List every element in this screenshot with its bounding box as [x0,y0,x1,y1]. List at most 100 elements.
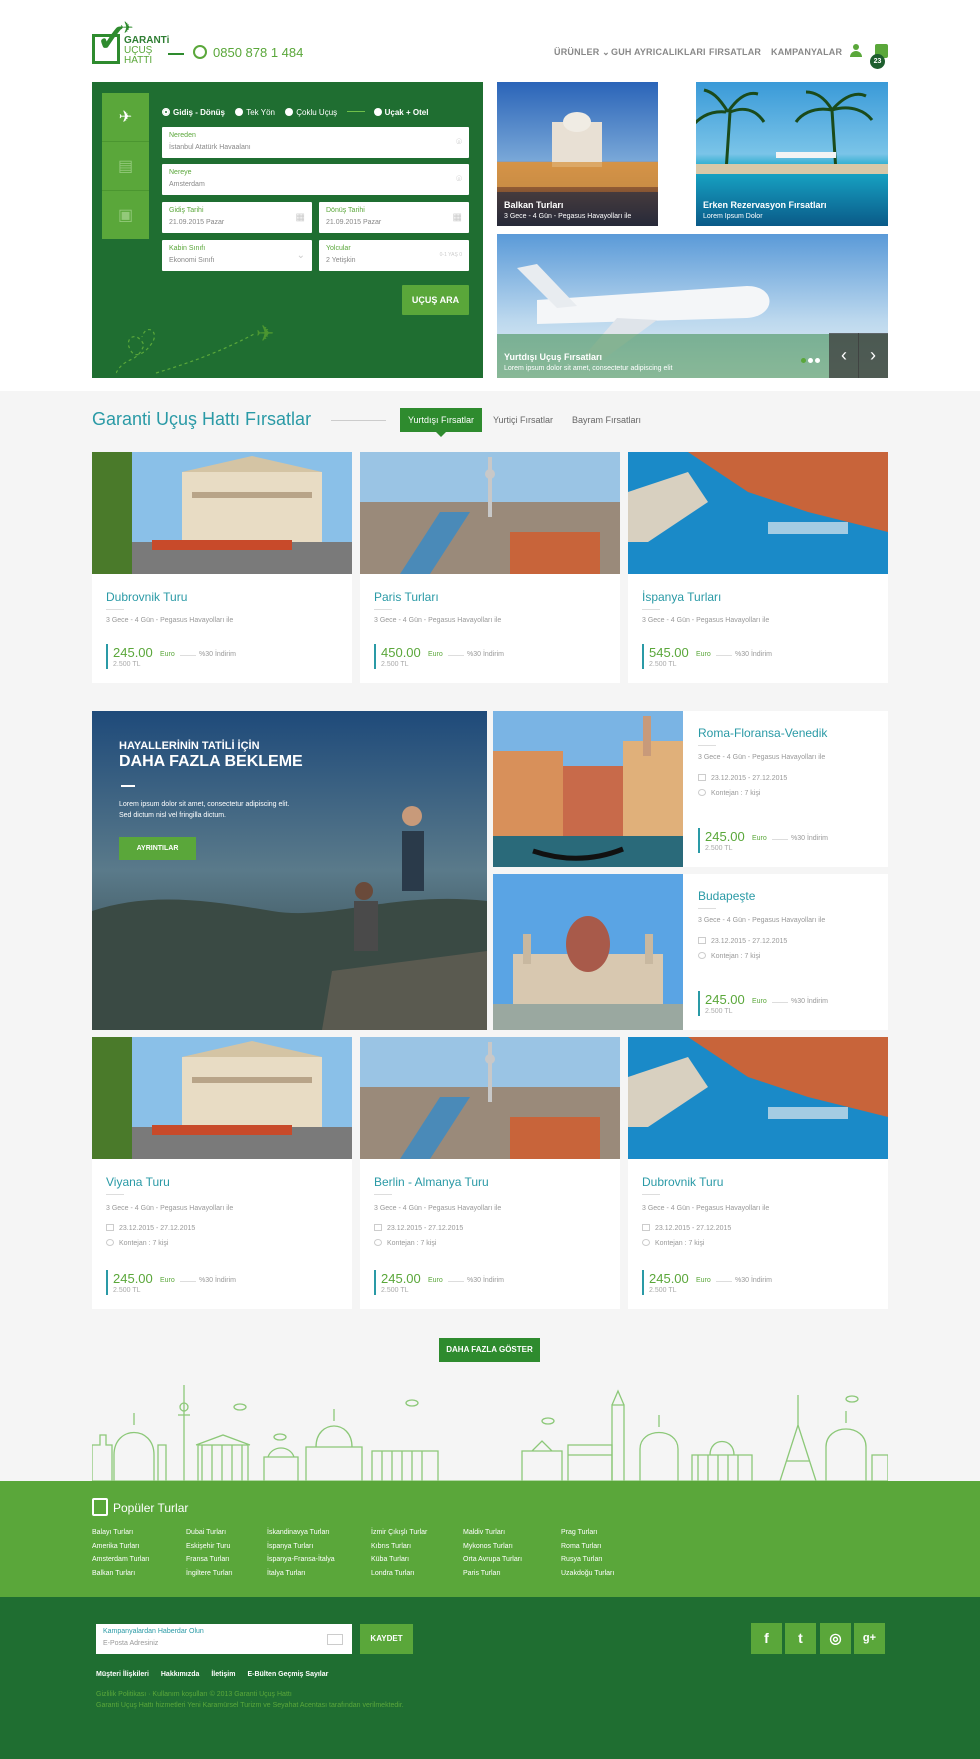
tour-link[interactable]: Dubai Turları [186,1526,233,1540]
slider-dot[interactable] [808,358,813,363]
tour-link[interactable]: Londra Turları [371,1567,427,1581]
envelope-icon [327,1634,343,1645]
date-range: 23.12.2015 - 27.12.2015 [698,774,787,782]
footer-link[interactable]: İletişim [211,1671,235,1678]
deal-card-horizontal[interactable]: Budapeşte 3 Gece - 4 Gün - Pegasus Havay… [493,874,888,1030]
cabin-class-select[interactable]: Kabin Sınıfı Ekonomi Sınıfı ⌄ [162,240,312,271]
tour-link-column: Dubai Turları Eskişehir Turu Fransa Turl… [186,1526,233,1580]
divider [347,111,366,112]
tour-link[interactable]: Amsterdam Turları [92,1553,150,1567]
tab-domestic-deals[interactable]: Yurtiçi Fırsatlar [493,415,553,425]
nav-deals[interactable]: FIRSATLAR [709,47,761,57]
slider-next-button[interactable]: › [858,333,888,378]
footer-link[interactable]: Hakkımızda [161,1671,200,1678]
passengers-field[interactable]: Yolcular 2 Yetişkin 0-1 YAŞ 0 [319,240,469,271]
divider [374,609,392,610]
radio-round-trip[interactable]: Gidiş - Dönüş [162,108,225,117]
price-accent [698,991,700,1016]
return-date-field[interactable]: Dönüş Tarihi 21.09.2015 Pazar ▦ [319,202,469,233]
slider-prev-button[interactable]: ‹ [829,333,859,378]
tour-link[interactable]: İskandinavya Turları [267,1526,335,1540]
search-flights-button[interactable]: UÇUŞ ARA [402,285,469,315]
deal-card[interactable]: İspanya Turları 3 Gece - 4 Gün - Pegasus… [628,452,888,683]
tour-link[interactable]: Prag Turları [561,1526,614,1540]
date-range-text: 23.12.2015 - 27.12.2015 [119,1225,196,1232]
quota-text: Kontejan : 7 kişi [711,790,761,797]
tour-link[interactable]: Kıbrıs Turları [371,1540,427,1554]
tour-link[interactable]: Roma Turları [561,1540,614,1554]
tour-link[interactable]: Rusya Turları [561,1553,614,1567]
to-field[interactable]: Nereye Amsterdam ⌾ [162,164,469,195]
email-input[interactable]: E-Posta Adresiniz [103,1640,158,1647]
luggage-tab[interactable]: ▣ [102,191,149,240]
tour-link[interactable]: Balkan Turları [92,1567,150,1581]
slider-dot[interactable] [801,358,806,363]
hotel-tab[interactable]: ▤ [102,142,149,191]
card-title: Paris Turları [374,590,439,604]
radio-dot [373,108,382,116]
show-more-button[interactable]: DAHA FAZLA GÖSTER [439,1338,540,1362]
tour-link[interactable]: Balayı Turları [92,1526,150,1540]
copyright: Gizlilik Politikası · Kullanım koşulları… [96,1689,404,1711]
price-accent [106,1270,108,1295]
tour-link[interactable]: İngiltere Turları [186,1567,233,1581]
radio-flight-hotel[interactable]: Uçak + Otel [373,108,428,117]
quota-text: Kontejan : 7 kişi [119,1240,169,1247]
depart-date-field[interactable]: Gidiş Tarihi 21.09.2015 Pazar ▦ [162,202,312,233]
slider-dots [801,352,822,366]
currency: Euro [752,998,767,1005]
deal-card[interactable]: Dubrovnik Turu 3 Gece - 4 Gün - Pegasus … [628,1037,888,1309]
nav-privileges[interactable]: GUH AYRICALIKLARI [611,47,706,57]
from-field[interactable]: Nereden İstanbul Atatürk Havaalanı ⌾ [162,127,469,158]
instagram-icon[interactable]: ◎ [820,1623,851,1654]
nav-products[interactable]: ÜRÜNLER ⌄ [554,47,610,58]
facebook-icon[interactable]: f [751,1623,782,1654]
radio-dot [285,108,294,116]
card-description: 3 Gece - 4 Gün - Pegasus Havayolları ile [642,617,770,624]
nav-campaigns[interactable]: KAMPANYALAR [771,47,842,57]
slider-dot[interactable] [815,358,820,363]
tour-link[interactable]: Orta Avrupa Turları [463,1553,522,1567]
tour-link[interactable]: Küba Turları [371,1553,427,1567]
promo-balkan[interactable]: Balkan Turları 3 Gece - 4 Gün - Pegasus … [497,82,658,226]
radio-multi-city[interactable]: Çoklu Uçuş [285,108,337,117]
twitter-icon[interactable]: t [785,1623,816,1654]
tour-link[interactable]: Amerika Turları [92,1540,150,1554]
promo-title: Erken Rezervasyon Fırsatları [703,200,827,210]
tour-link[interactable]: İspanya-Fransa-İtalya [267,1553,335,1567]
tour-link[interactable]: Eskişehir Turu [186,1540,233,1554]
footer-link[interactable]: E-Bülten Geçmiş Sayılar [247,1671,328,1678]
tab-holiday-deals[interactable]: Bayram Fırsatları [572,415,641,425]
logo[interactable]: ✓ ✈ GARANTi UÇUŞ HATTI [92,20,169,66]
tour-link[interactable]: Maldiv Turları [463,1526,522,1540]
tab-international-deals[interactable]: Yurtdışı Fırsatlar [400,408,482,437]
radio-one-way[interactable]: Tek Yön [235,108,275,117]
deal-card[interactable]: Berlin - Almanya Turu 3 Gece - 4 Gün - P… [360,1037,620,1309]
old-price: 2.500 TL [649,1287,677,1294]
newsletter-field[interactable]: Kampanyalardan Haberdar Olun E-Posta Adr… [96,1624,352,1654]
tour-link[interactable]: Uzakdoğu Turları [561,1567,614,1581]
tour-link[interactable]: İzmir Çıkışlı Turlar [371,1526,427,1540]
tour-link[interactable]: Mykonos Turları [463,1540,522,1554]
discount: %30 İndirim [199,1277,236,1284]
user-icon[interactable] [849,44,863,58]
tour-link-column: Maldiv Turları Mykonos Turları Orta Avru… [463,1526,522,1580]
flight-tab[interactable]: ✈ [102,93,149,142]
deal-card-horizontal[interactable]: Roma-Floransa-Venedik 3 Gece - 4 Gün - P… [493,711,888,867]
tour-link[interactable]: İtalya Turları [267,1567,335,1581]
price-accent [642,644,644,669]
deal-card[interactable]: Dubrovnik Turu 3 Gece - 4 Gün - Pegasus … [92,452,352,683]
deal-card[interactable]: Paris Turları 3 Gece - 4 Gün - Pegasus H… [360,452,620,683]
tour-link[interactable]: Fransa Turları [186,1553,233,1567]
google-plus-icon[interactable]: g+ [854,1623,885,1654]
divider [698,908,716,909]
promo-early-booking[interactable]: Erken Rezervasyon Fırsatları Lorem Ipsum… [696,82,888,226]
tour-link[interactable]: İspanya Turları [267,1540,335,1554]
details-button[interactable]: AYRINTILAR [119,837,196,860]
calendar-icon [698,774,706,781]
footer-link[interactable]: Müşteri İlişkileri [96,1671,149,1678]
tour-link[interactable]: Paris Turları [463,1567,522,1581]
deal-card[interactable]: Viyana Turu 3 Gece - 4 Gün - Pegasus Hav… [92,1037,352,1309]
phone-number[interactable]: 0850 878 1 484 [213,45,303,60]
subscribe-button[interactable]: KAYDET [360,1624,413,1654]
